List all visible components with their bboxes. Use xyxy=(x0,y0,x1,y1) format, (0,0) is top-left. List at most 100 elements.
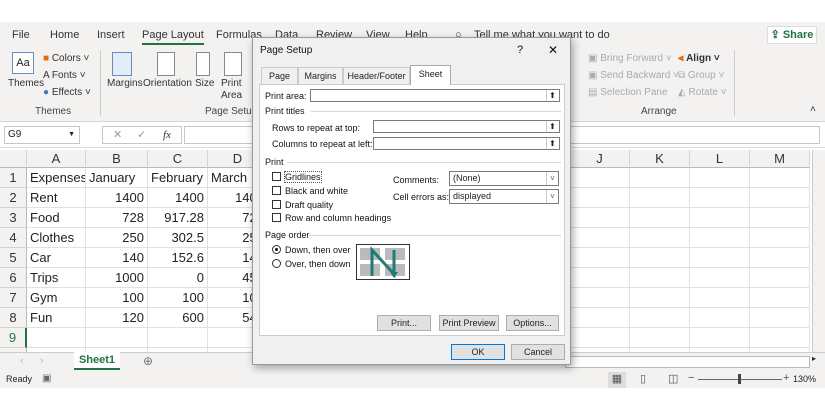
cell-j1[interactable] xyxy=(570,168,630,188)
cell-a8[interactable]: Fun xyxy=(27,308,86,328)
tab-page[interactable]: Page xyxy=(261,67,298,84)
black-white-label[interactable]: Black and white xyxy=(285,186,348,196)
menu-page-layout[interactable]: Page Layout xyxy=(142,29,204,45)
draft-quality-checkbox[interactable] xyxy=(272,200,281,209)
share-button[interactable]: ⇪ Share xyxy=(767,26,817,44)
down-then-over-label[interactable]: Down, then over xyxy=(285,245,351,255)
row-header-7[interactable]: 7 xyxy=(0,288,27,308)
normal-view-icon[interactable]: ▦ xyxy=(608,372,626,388)
cell-b6[interactable]: 1000 xyxy=(86,268,148,288)
row-header-4[interactable]: 4 xyxy=(0,228,27,248)
menu-home[interactable]: Home xyxy=(50,29,79,41)
cell-l5[interactable] xyxy=(690,248,750,268)
bring-forward-button[interactable]: ▣ Bring Forward ˅ xyxy=(588,53,672,64)
name-box[interactable]: G9 ▼ xyxy=(4,126,80,144)
cols-repeat-input[interactable]: ⬆ xyxy=(373,137,560,150)
send-backward-button[interactable]: ▣ Send Backward ˅ xyxy=(588,70,679,81)
down-then-over-radio[interactable] xyxy=(272,245,281,254)
cell-c5[interactable]: 152.6 xyxy=(148,248,208,268)
collapse-ribbon-icon[interactable]: ˄ xyxy=(810,104,816,115)
cell-b1[interactable]: January xyxy=(86,168,148,188)
row-header-8[interactable]: 8 xyxy=(0,308,27,328)
column-header-k[interactable]: K xyxy=(630,150,690,168)
vertical-scrollbar[interactable] xyxy=(812,150,825,352)
cell-a9[interactable] xyxy=(27,328,86,348)
print-area-input[interactable]: ⬆ xyxy=(310,89,560,102)
ok-button[interactable]: OK xyxy=(451,344,505,360)
cell-c1[interactable]: February xyxy=(148,168,208,188)
column-header-c[interactable]: C xyxy=(148,150,208,168)
cell-k9[interactable] xyxy=(630,328,690,348)
align-button[interactable]: ⫷ Align ˅ xyxy=(678,53,720,64)
print-preview-button[interactable]: Print Preview xyxy=(439,315,499,331)
cell-j6[interactable] xyxy=(570,268,630,288)
cell-m9[interactable] xyxy=(750,328,810,348)
tab-sheet[interactable]: Sheet xyxy=(410,65,451,85)
page-layout-view-icon[interactable]: ▯ xyxy=(640,372,646,385)
insert-function-icon[interactable]: fx xyxy=(163,127,171,143)
row-header-5[interactable]: 5 xyxy=(0,248,27,268)
column-header-l[interactable]: L xyxy=(690,150,750,168)
cell-j5[interactable] xyxy=(570,248,630,268)
cell-c4[interactable]: 302.5 xyxy=(148,228,208,248)
column-header-b[interactable]: B xyxy=(86,150,148,168)
cell-a3[interactable]: Food xyxy=(27,208,86,228)
row-header-6[interactable]: 6 xyxy=(0,268,27,288)
cell-l9[interactable] xyxy=(690,328,750,348)
cell-b2[interactable]: 1400 xyxy=(86,188,148,208)
black-white-checkbox[interactable] xyxy=(272,186,281,195)
page-break-view-icon[interactable]: ◫ xyxy=(668,372,678,385)
cell-a4[interactable]: Clothes xyxy=(27,228,86,248)
menu-insert[interactable]: Insert xyxy=(97,29,125,41)
zoom-slider-thumb[interactable] xyxy=(738,374,741,384)
cell-c6[interactable]: 0 xyxy=(148,268,208,288)
cell-m7[interactable] xyxy=(750,288,810,308)
orientation-button[interactable]: Orientation xyxy=(143,78,192,89)
group-button[interactable]: ⧉ Group ˅ xyxy=(678,70,724,81)
cell-l2[interactable] xyxy=(690,188,750,208)
cell-m2[interactable] xyxy=(750,188,810,208)
cell-m4[interactable] xyxy=(750,228,810,248)
zoom-in-icon[interactable]: + xyxy=(783,372,789,384)
cell-c8[interactable]: 600 xyxy=(148,308,208,328)
scroll-right-arrow-icon[interactable]: ▸ xyxy=(812,354,816,363)
cell-l6[interactable] xyxy=(690,268,750,288)
cell-j2[interactable] xyxy=(570,188,630,208)
over-then-down-label[interactable]: Over, then down xyxy=(285,259,351,269)
cell-k1[interactable] xyxy=(630,168,690,188)
cell-b7[interactable]: 100 xyxy=(86,288,148,308)
cancel-icon[interactable]: ✕ xyxy=(113,127,122,143)
cell-m8[interactable] xyxy=(750,308,810,328)
scroll-left-icon[interactable]: ‹ xyxy=(20,355,24,367)
cell-a1[interactable]: Expenses xyxy=(27,168,86,188)
column-header-m[interactable]: M xyxy=(750,150,810,168)
cell-b8[interactable]: 120 xyxy=(86,308,148,328)
row-col-headings-label[interactable]: Row and column headings xyxy=(285,213,391,223)
cell-a2[interactable]: Rent xyxy=(27,188,86,208)
rows-repeat-input[interactable]: ⬆ xyxy=(373,120,560,133)
colors-button[interactable]: ■ Colors ˅ xyxy=(43,53,89,64)
margins-button[interactable]: Margins xyxy=(107,78,143,89)
print-button[interactable]: Print... xyxy=(377,315,431,331)
cell-m5[interactable] xyxy=(750,248,810,268)
horizontal-scrollbar[interactable] xyxy=(565,356,810,368)
cell-k6[interactable] xyxy=(630,268,690,288)
cell-j3[interactable] xyxy=(570,208,630,228)
cell-c3[interactable]: 917.28 xyxy=(148,208,208,228)
cell-l3[interactable] xyxy=(690,208,750,228)
over-then-down-radio[interactable] xyxy=(272,259,281,268)
cell-l8[interactable] xyxy=(690,308,750,328)
comments-select[interactable]: (None) ˅ xyxy=(449,171,559,186)
tab-header-footer[interactable]: Header/Footer xyxy=(343,67,410,84)
cell-k3[interactable] xyxy=(630,208,690,228)
collapse-dialog-icon[interactable]: ⬆ xyxy=(546,121,558,132)
cell-b5[interactable]: 140 xyxy=(86,248,148,268)
cell-j4[interactable] xyxy=(570,228,630,248)
size-button[interactable]: Size xyxy=(195,78,214,89)
collapse-dialog-icon[interactable]: ⬆ xyxy=(546,90,558,101)
cell-k4[interactable] xyxy=(630,228,690,248)
cell-k8[interactable] xyxy=(630,308,690,328)
sheet-tab-sheet1[interactable]: Sheet1 xyxy=(74,352,120,370)
cell-k5[interactable] xyxy=(630,248,690,268)
cell-a5[interactable]: Car xyxy=(27,248,86,268)
